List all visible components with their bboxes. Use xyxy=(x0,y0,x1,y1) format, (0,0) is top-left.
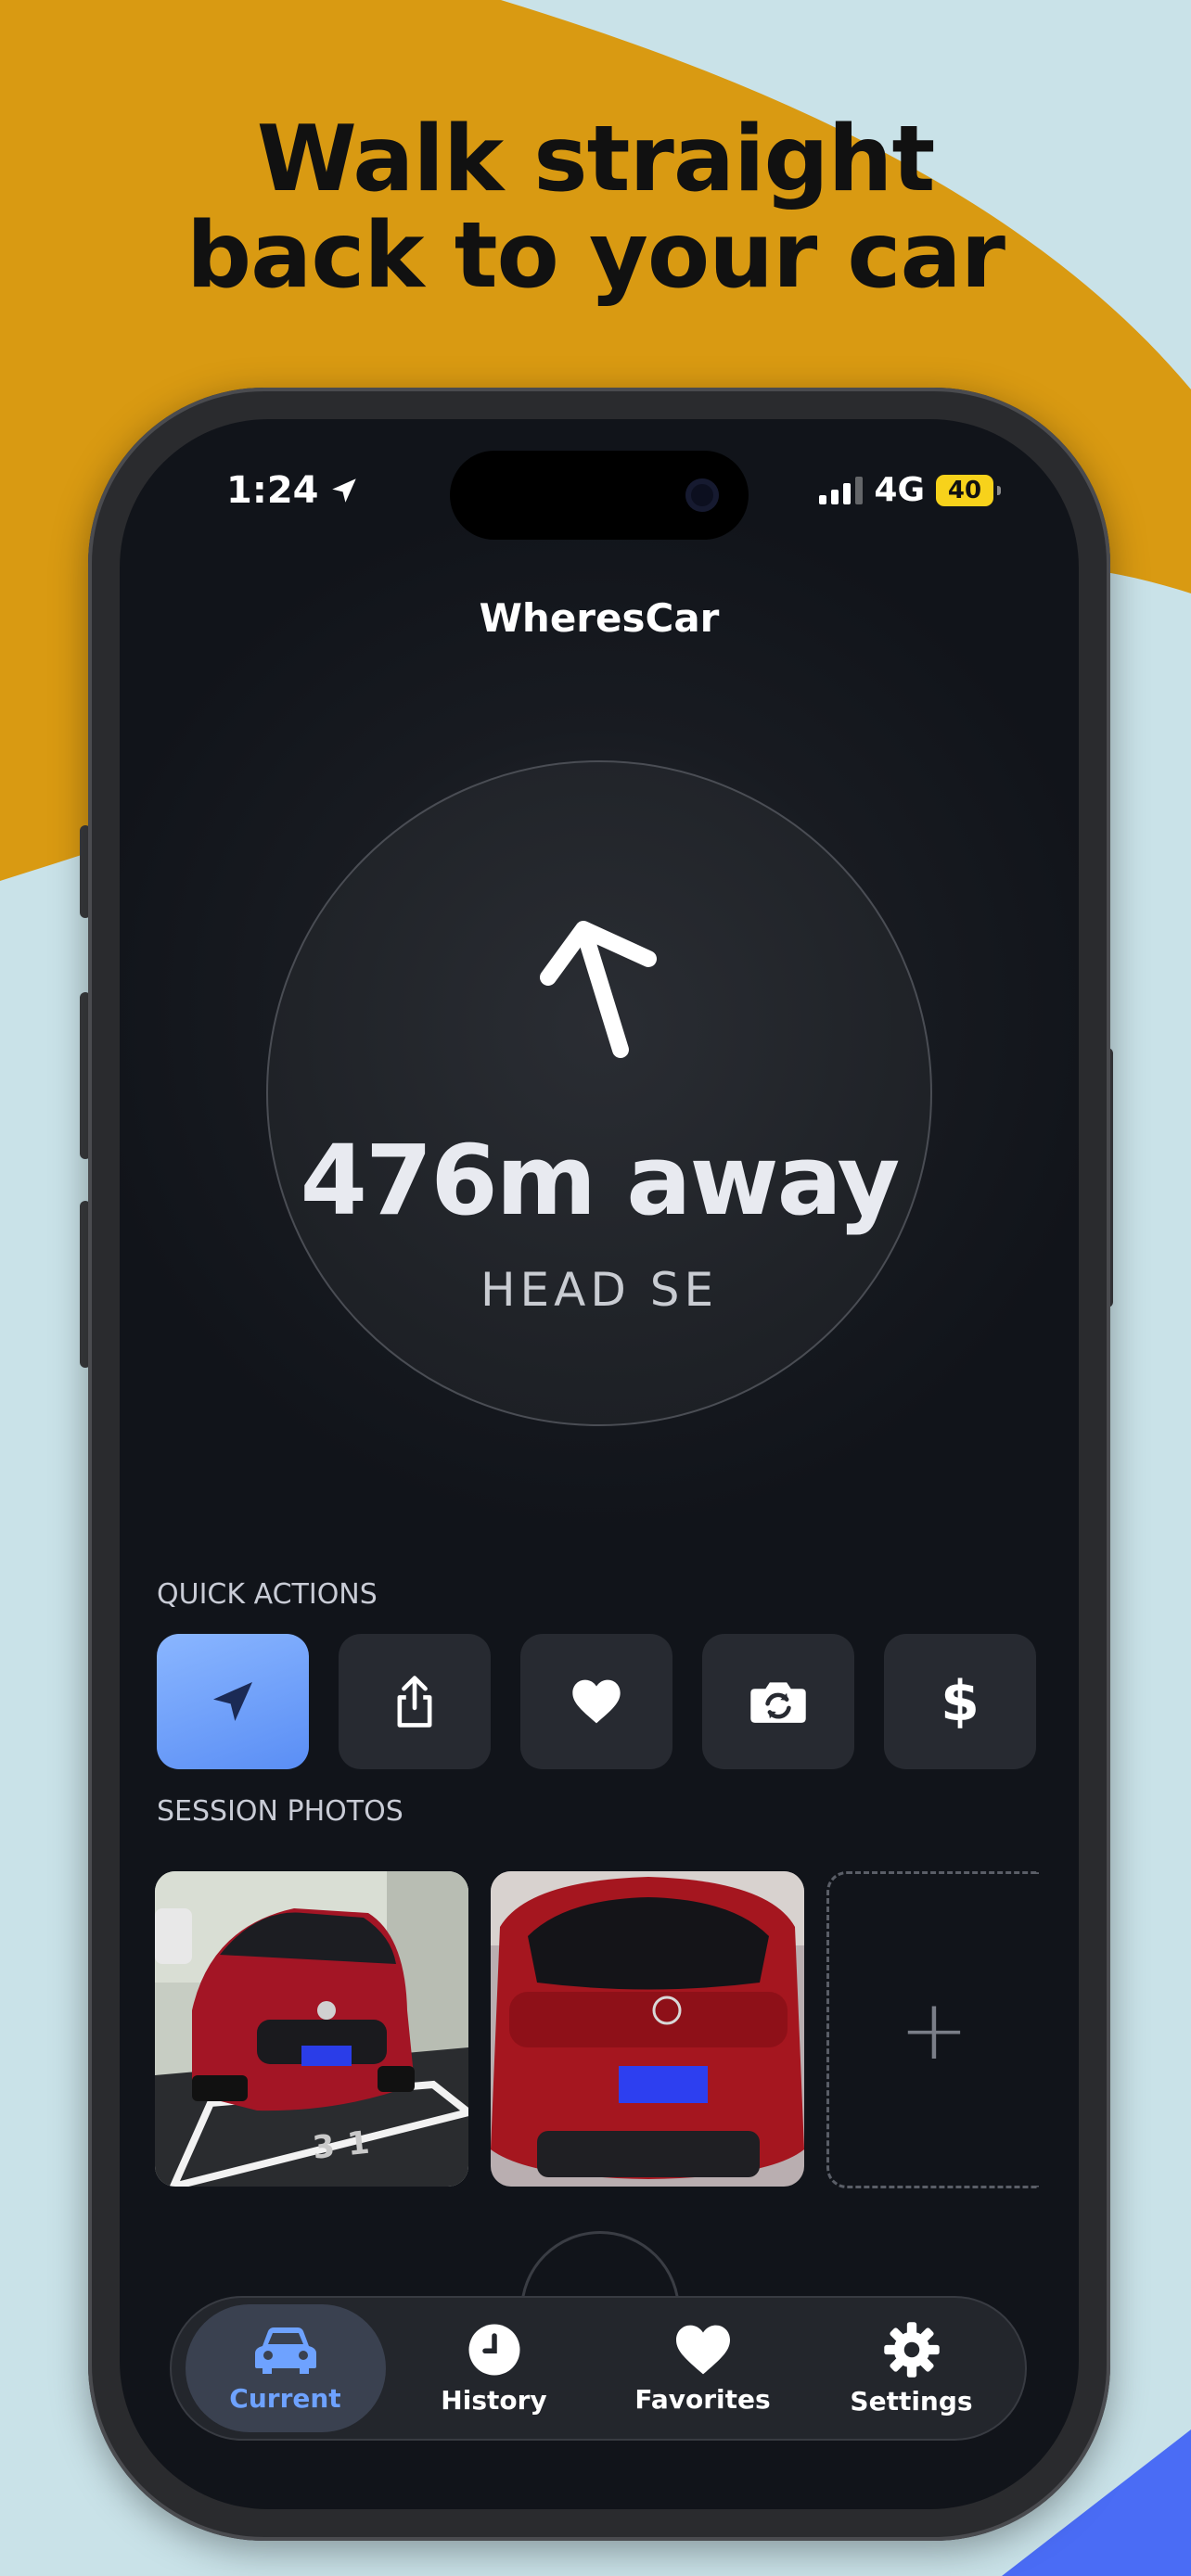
session-photos: 31 + xyxy=(155,1871,1039,2188)
network-type: 4G xyxy=(874,471,925,509)
distance-readout: 476m away xyxy=(300,1124,901,1237)
app-title: WheresCar xyxy=(479,595,720,641)
front-camera xyxy=(685,478,719,512)
battery-icon: 40 xyxy=(936,474,1001,506)
navigate-button[interactable] xyxy=(157,1634,309,1769)
tab-current[interactable]: Current xyxy=(185,2304,386,2432)
heart-icon xyxy=(675,2325,730,2374)
switch-camera-button[interactable] xyxy=(702,1634,854,1769)
heart-icon xyxy=(572,1679,621,1724)
tab-favorites[interactable]: Favorites xyxy=(603,2304,803,2432)
status-time-label: 1:24 xyxy=(226,469,319,512)
favorite-button[interactable] xyxy=(520,1634,672,1769)
status-indicators: 4G 40 xyxy=(819,471,1001,509)
add-photo-button[interactable]: + xyxy=(826,1871,1039,2188)
headline: Walk straight back to your car xyxy=(0,111,1191,304)
dollar-icon: $ xyxy=(941,1669,980,1734)
car-rear-photo[interactable] xyxy=(491,1871,804,2187)
clock-icon xyxy=(468,2324,519,2375)
battery-level: 40 xyxy=(947,476,982,504)
car-rear-image xyxy=(491,1871,804,2187)
session-photos-label: SESSION PHOTOS xyxy=(157,1795,403,1828)
tab-bar: Current History Favorites Settings xyxy=(170,2296,1027,2441)
direction-arrow-icon xyxy=(540,921,657,1058)
share-button[interactable] xyxy=(339,1634,491,1769)
location-arrow-icon xyxy=(213,1682,252,1721)
tab-current-label: Current xyxy=(229,2382,341,2414)
heading-readout: HEAD SE xyxy=(480,1263,719,1317)
phone-frame: 1:24 4G 40 WheresCar 476m away HEAD SE Q… xyxy=(88,388,1110,2541)
quick-actions-label: QUICK ACTIONS xyxy=(157,1578,378,1611)
headline-line-1: Walk straight xyxy=(256,107,936,212)
quick-actions: $ xyxy=(157,1634,1036,1769)
location-services-icon xyxy=(331,478,356,503)
headline-line-2: back to your car xyxy=(186,203,1005,309)
dynamic-island xyxy=(450,451,749,540)
cellular-signal-icon xyxy=(819,476,864,504)
camera-rotate-icon xyxy=(750,1682,806,1723)
cost-button[interactable]: $ xyxy=(884,1634,1036,1769)
gear-icon xyxy=(883,2321,940,2378)
tab-favorites-label: Favorites xyxy=(634,2383,771,2415)
tab-settings-label: Settings xyxy=(850,2385,973,2417)
tab-history-label: History xyxy=(441,2384,547,2416)
share-icon xyxy=(397,1676,432,1728)
tab-history[interactable]: History xyxy=(394,2304,595,2432)
parking-spot-number: 31 xyxy=(311,2123,385,2167)
tab-settings[interactable]: Settings xyxy=(812,2304,1012,2432)
car-icon xyxy=(254,2327,316,2374)
add-icon: + xyxy=(899,1981,969,2079)
direction-dial: 476m away HEAD SE xyxy=(266,760,932,1426)
car-front-photo[interactable]: 31 xyxy=(155,1871,468,2187)
phone-screen: 1:24 4G 40 WheresCar 476m away HEAD SE Q… xyxy=(120,419,1079,2509)
status-time: 1:24 xyxy=(226,469,360,512)
